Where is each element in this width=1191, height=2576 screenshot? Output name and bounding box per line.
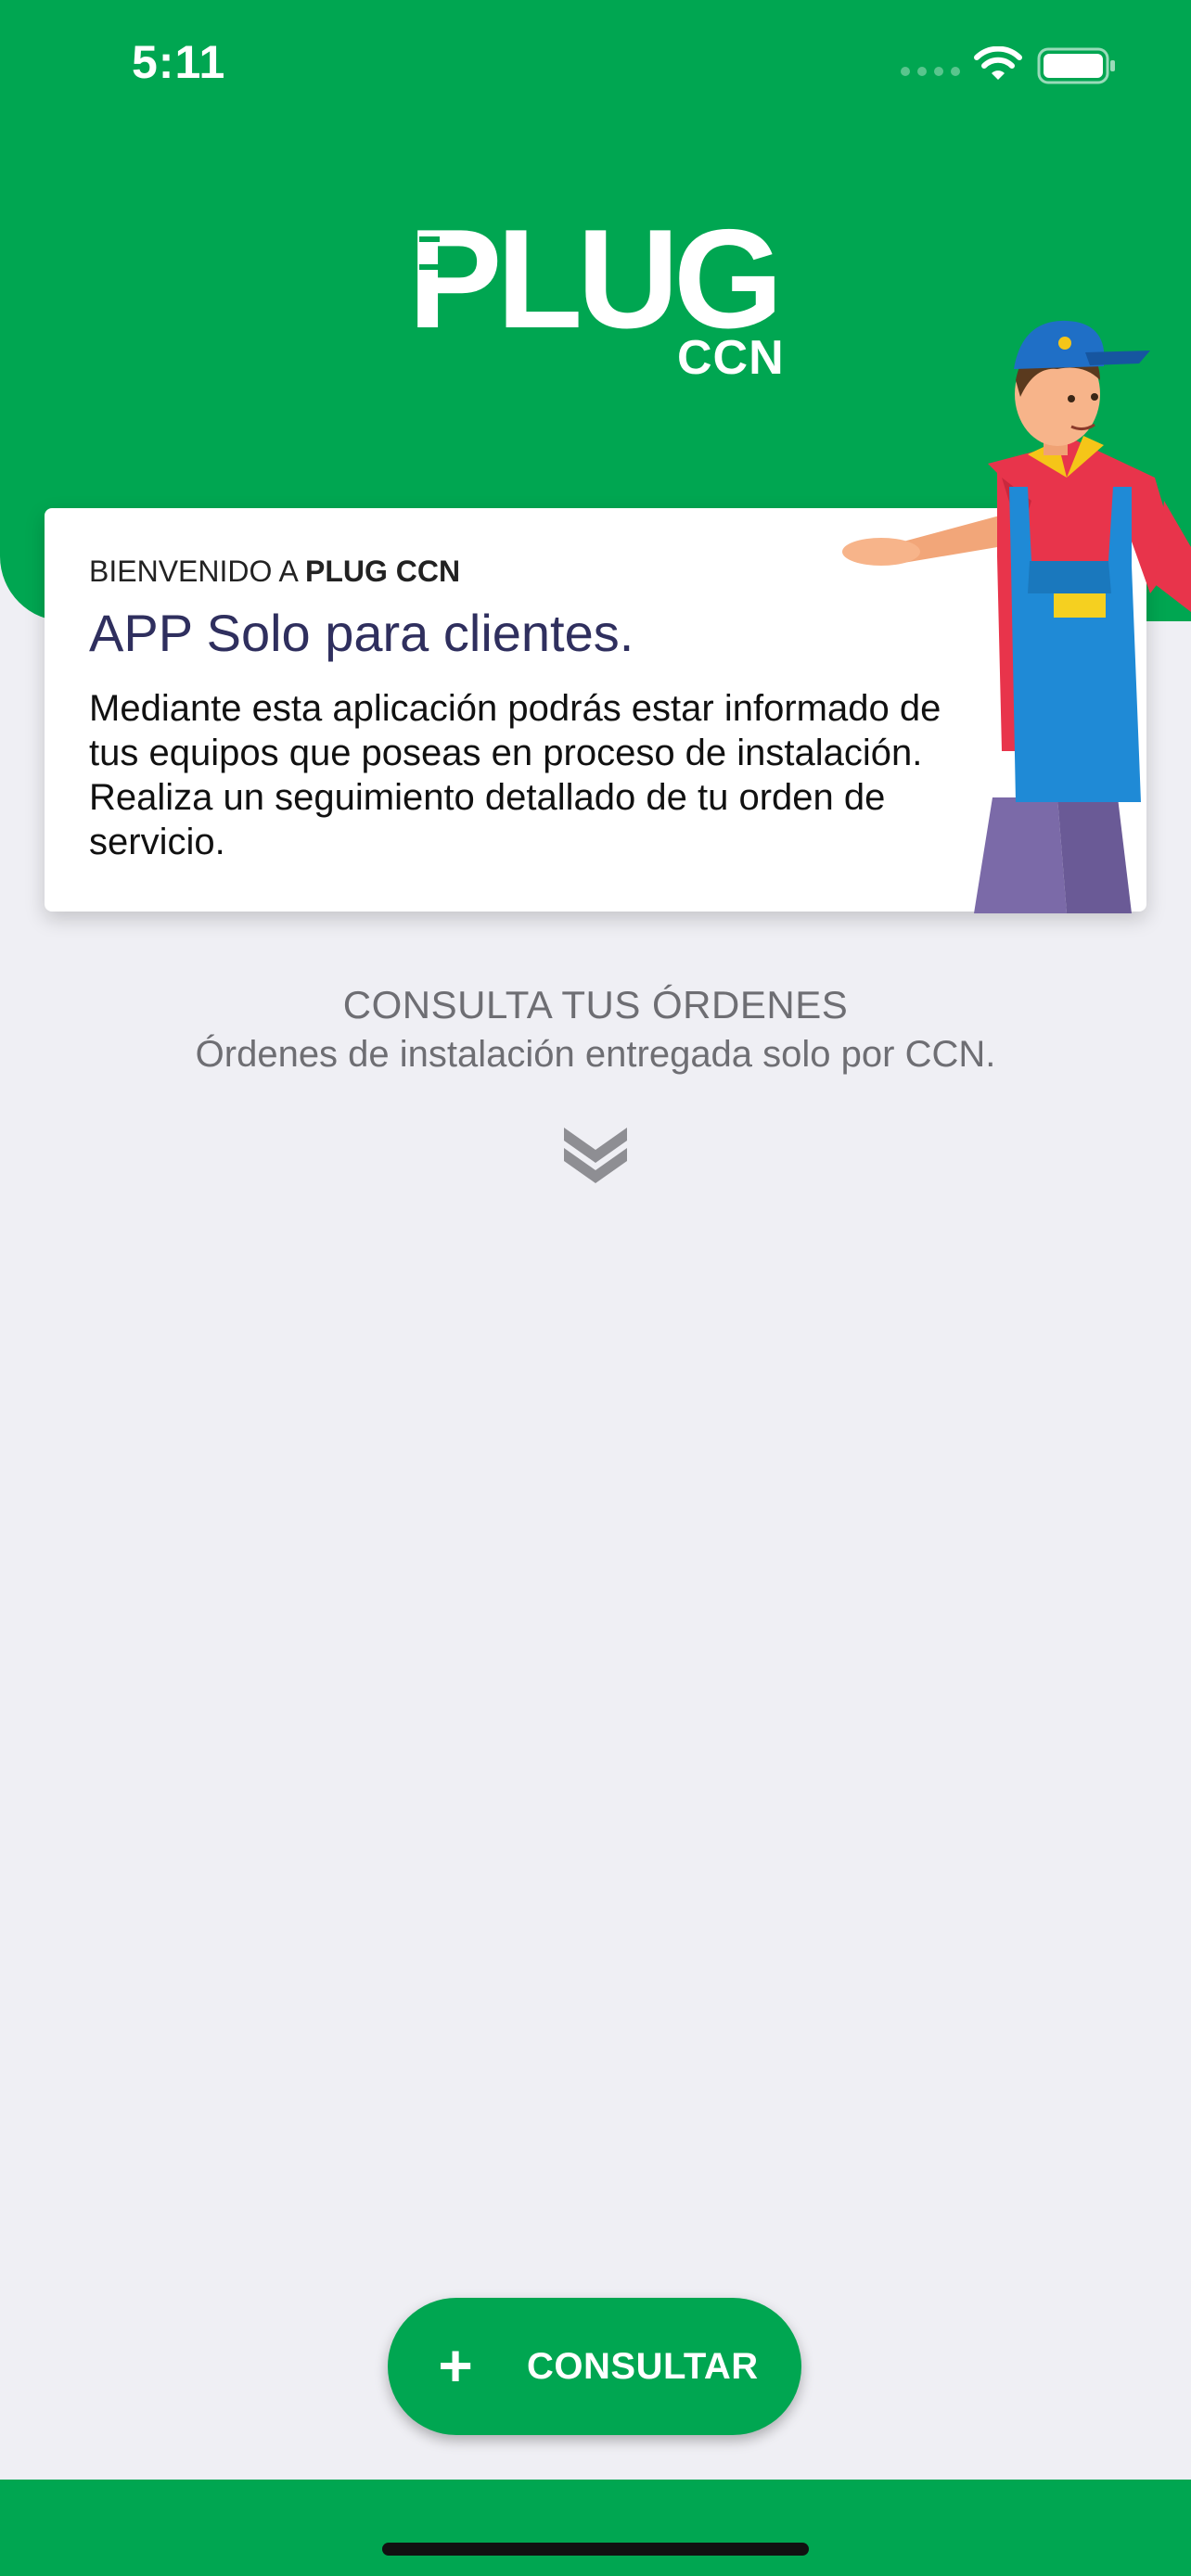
logo-subtitle: CCN [677,331,785,385]
welcome-title: APP Solo para clientes. [89,604,634,662]
worker-illustration [842,320,1191,913]
consult-button-label: CONSULTAR [527,2346,759,2387]
orders-section-subtitle: Órdenes de instalación entregada solo po… [195,1034,996,1075]
cellular-signal-icon [901,67,960,76]
plus-icon: + [438,2332,473,2399]
orders-section-title: CONSULTA TUS ÓRDENES [342,983,849,1027]
bottom-bar [0,2480,1191,2576]
consult-button[interactable]: + CONSULTAR [388,2298,801,2435]
double-chevron-down-icon [564,1128,627,1183]
home-indicator[interactable] [382,2543,809,2556]
welcome-kicker: BIENVENIDO A PLUG CCN [89,555,460,589]
status-bar: 5:11 [0,0,1191,139]
status-time: 5:11 [132,36,226,88]
battery-icon [1037,47,1115,84]
wifi-icon [974,46,1022,80]
welcome-kicker-brand: PLUG CCN [304,555,461,588]
plug-mark-icon [419,236,440,270]
logo-wordmark: PLUG [408,200,783,358]
plug-ccn-logo: PLUG CCN [408,200,788,382]
welcome-kicker-prefix: BIENVENIDO A [89,555,305,588]
